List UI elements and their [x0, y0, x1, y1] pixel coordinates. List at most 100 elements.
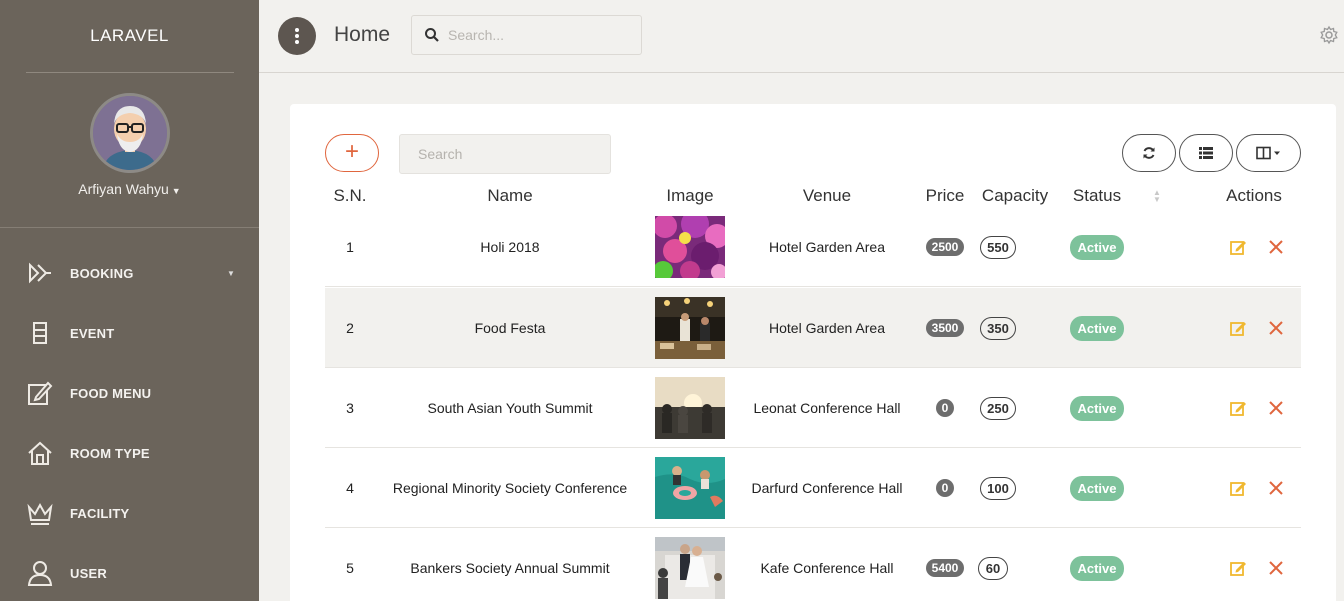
divider: [26, 72, 234, 73]
status-badge: Active: [1070, 315, 1124, 341]
events-card: + S.N. Name Image Venue Price Capacity S…: [290, 104, 1336, 601]
table-search-input[interactable]: [400, 135, 610, 173]
edit-icon[interactable]: [1229, 238, 1247, 256]
sidebar-item-room-type[interactable]: ROOM TYPE: [0, 433, 259, 473]
edit-icon[interactable]: [1229, 399, 1247, 417]
capacity-cell: 60: [977, 528, 1009, 601]
sort-icon[interactable]: ▲ ▼: [1153, 189, 1161, 204]
refresh-icon: [1143, 147, 1155, 159]
row-name: Food Festa: [474, 320, 546, 336]
booking-icon: [26, 259, 54, 287]
menu-toggle-button[interactable]: [278, 17, 316, 55]
sidebar-item-user[interactable]: USER: [0, 553, 259, 593]
divider: [0, 227, 259, 228]
more-vertical-icon: [295, 28, 299, 44]
capacity-badge: 350: [980, 316, 1016, 340]
status-cell: Active: [1067, 528, 1127, 601]
sidebar-item-label: ROOM TYPE: [70, 445, 150, 461]
row-sn: 4: [346, 480, 354, 496]
event-icon: [26, 319, 54, 347]
sidebar-item-label: FOOD MENU: [70, 385, 152, 401]
row-sn: 1: [346, 239, 354, 255]
wedding-photo: [655, 537, 725, 599]
status-badge: Active: [1070, 555, 1124, 581]
column-header[interactable]: Actions: [1211, 186, 1297, 206]
column-header[interactable]: Status: [1067, 186, 1127, 206]
search-icon: [424, 27, 440, 43]
row-image: [645, 448, 735, 528]
brand-logo[interactable]: LARAVEL: [0, 0, 259, 72]
table-row: 2 Food Festa Hotel Garden Area 3500 350 …: [325, 288, 1301, 368]
row-name: Regional Minority Society Conference: [392, 480, 628, 496]
sidebar-item-food-menu[interactable]: FOOD MENU: [0, 373, 259, 413]
capacity-badge: 60: [978, 556, 1008, 580]
columns-icon: [1255, 146, 1280, 160]
status-badge: Active: [1070, 234, 1124, 260]
sidebar-item-facility[interactable]: FACILITY: [0, 493, 259, 533]
row-venue: Leonat Conference Hall: [753, 400, 901, 416]
columns-button[interactable]: [1236, 134, 1301, 172]
price-badge: 5400: [925, 559, 965, 577]
row-venue: Kafe Conference Hall: [760, 560, 894, 576]
row-venue: Hotel Garden Area: [769, 320, 885, 336]
edit-icon[interactable]: [1229, 319, 1247, 337]
user-menu[interactable]: Arfiyan Wahyu ▼: [0, 181, 259, 197]
capacity-badge: 550: [980, 235, 1016, 259]
column-header[interactable]: Image: [645, 186, 735, 206]
price-badge: 2500: [925, 238, 965, 256]
capacity-cell: 550: [977, 207, 1019, 287]
pool-party-photo: [655, 457, 725, 519]
sidebar-item-label: USER: [70, 565, 107, 581]
chevron-down-icon: ▼: [227, 268, 235, 278]
gear-icon[interactable]: [1319, 25, 1339, 45]
sidebar-item-event[interactable]: EVENT: [0, 313, 259, 353]
search-input[interactable]: [448, 24, 628, 46]
row-name: Bankers Society Annual Summit: [410, 560, 610, 576]
price-badge: 0: [935, 399, 955, 417]
column-header[interactable]: Capacity: [977, 186, 1053, 206]
refresh-button[interactable]: [1122, 134, 1176, 172]
delete-icon[interactable]: [1268, 480, 1284, 496]
table-search: [399, 134, 611, 174]
edit-icon[interactable]: [1229, 479, 1247, 497]
actions-cell: [1211, 448, 1297, 528]
user-icon: [26, 559, 54, 587]
status-badge: Active: [1070, 475, 1124, 501]
sidebar-item-label: FACILITY: [70, 505, 130, 521]
actions-cell: [1211, 207, 1297, 287]
column-header[interactable]: Venue: [737, 186, 917, 206]
row-sn: 5: [346, 560, 354, 576]
row-image: [645, 368, 735, 448]
capacity-cell: 350: [977, 288, 1019, 368]
page-title: Home: [334, 23, 391, 46]
status-cell: Active: [1067, 368, 1127, 448]
user-name: Arfiyan Wahyu: [78, 181, 169, 197]
column-header[interactable]: S.N.: [325, 186, 375, 206]
list-icon: [1199, 147, 1213, 159]
add-button[interactable]: +: [325, 134, 379, 172]
capacity-cell: 250: [977, 368, 1019, 448]
delete-icon[interactable]: [1268, 400, 1284, 416]
avatar[interactable]: [90, 93, 170, 173]
sidebar-item-label: EVENT: [70, 325, 115, 341]
delete-icon[interactable]: [1268, 560, 1284, 576]
sidebar-item-booking[interactable]: BOOKING ▼: [0, 253, 259, 293]
column-header[interactable]: Name: [385, 186, 635, 206]
crown-icon: [26, 499, 54, 527]
sidebar: LARAVEL Arfiyan Wahyu▼ BOOKING ▼ EVENT: [0, 0, 259, 601]
toggle-view-button[interactable]: [1179, 134, 1233, 172]
delete-icon[interactable]: [1268, 320, 1284, 336]
row-name: Holi 2018: [480, 239, 540, 255]
edit-icon[interactable]: [1229, 559, 1247, 577]
sidebar-item-label: BOOKING: [70, 265, 134, 281]
column-header[interactable]: Price: [917, 186, 973, 206]
row-sn: 2: [346, 320, 354, 336]
capacity-badge: 100: [980, 476, 1016, 500]
top-header: Home: [259, 0, 1344, 73]
delete-icon[interactable]: [1268, 239, 1284, 255]
status-cell: Active: [1067, 207, 1127, 287]
price-badge: 0: [935, 479, 955, 497]
table-row: 5 Bankers Society Annual Summit Kafe Con…: [325, 528, 1301, 601]
status-cell: Active: [1067, 448, 1127, 528]
row-image: [645, 288, 735, 368]
